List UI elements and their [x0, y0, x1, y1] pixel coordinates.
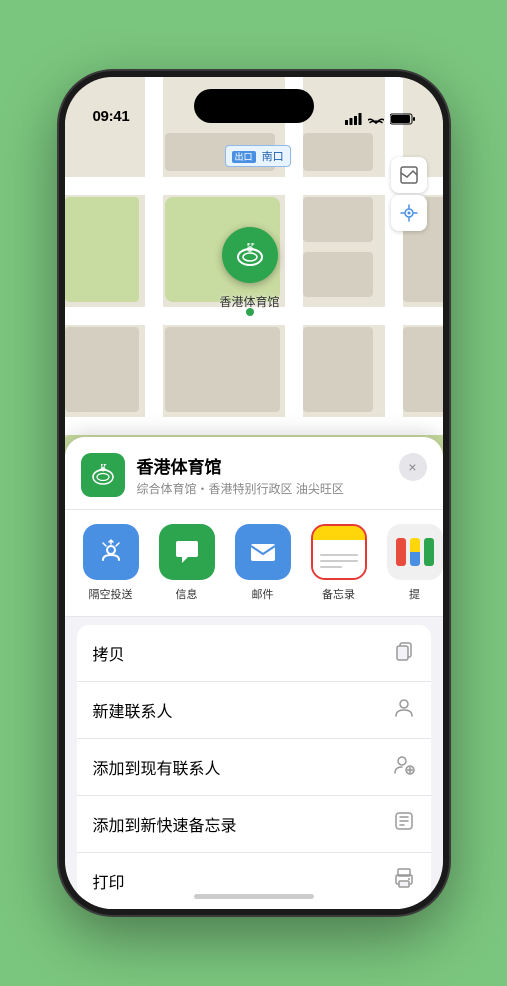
- home-indicator: [194, 894, 314, 899]
- message-icon: [159, 524, 215, 580]
- notes-label: 备忘录: [322, 586, 355, 602]
- venue-icon: [81, 453, 125, 497]
- add-notes-label: 添加到新快速备忘录: [93, 812, 237, 836]
- map-type-button[interactable]: [391, 157, 427, 193]
- mail-icon: [235, 524, 291, 580]
- notes-icon: [311, 524, 367, 580]
- share-item-airdrop[interactable]: 隔空投送: [81, 524, 141, 602]
- action-add-existing[interactable]: 添加到现有联系人: [77, 739, 431, 796]
- status-icons: [345, 113, 415, 125]
- copy-label: 拷贝: [93, 641, 125, 665]
- venue-subtitle: 综合体育馆・香港特别行政区 油尖旺区: [137, 480, 387, 497]
- add-notes-icon: [393, 810, 415, 838]
- battery-icon: [390, 113, 415, 125]
- airdrop-label: 隔空投送: [89, 586, 133, 602]
- more-icon: [387, 524, 443, 580]
- action-new-contact[interactable]: 新建联系人: [77, 682, 431, 739]
- add-existing-icon: [393, 753, 415, 781]
- share-item-message[interactable]: 信息: [157, 524, 217, 602]
- share-item-mail[interactable]: 邮件: [233, 524, 293, 602]
- new-contact-label: 新建联系人: [93, 698, 173, 722]
- phone-screen: 09:41: [65, 77, 443, 909]
- dynamic-island: [194, 89, 314, 123]
- close-button[interactable]: ×: [399, 453, 427, 481]
- wifi-icon: [368, 113, 384, 125]
- venue-info: 香港体育馆 综合体育馆・香港特别行政区 油尖旺区: [137, 453, 387, 497]
- stadium-pin: 香港体育馆: [220, 227, 280, 310]
- action-list: 拷贝 新建联系人: [77, 625, 431, 909]
- share-item-more[interactable]: 提: [385, 524, 443, 602]
- bottom-sheet: 香港体育馆 综合体育馆・香港特别行政区 油尖旺区 ×: [65, 437, 443, 909]
- action-copy[interactable]: 拷贝: [77, 625, 431, 682]
- phone-frame: 09:41: [59, 71, 449, 915]
- venue-header: 香港体育馆 综合体育馆・香港特别行政区 油尖旺区 ×: [65, 437, 443, 510]
- airdrop-icon: [83, 524, 139, 580]
- message-label: 信息: [176, 586, 198, 602]
- share-row: 隔空投送 信息: [65, 510, 443, 617]
- location-button[interactable]: [391, 195, 427, 231]
- more-label: 提: [409, 586, 420, 602]
- add-existing-label: 添加到现有联系人: [93, 755, 221, 779]
- share-item-notes[interactable]: 备忘录: [309, 524, 369, 602]
- action-print[interactable]: 打印: [77, 853, 431, 909]
- print-icon: [393, 867, 415, 895]
- signal-icon: [345, 113, 362, 125]
- map-controls[interactable]: [391, 157, 427, 231]
- map-south-exit-label: 出口 南口: [225, 145, 291, 167]
- action-add-notes[interactable]: 添加到新快速备忘录: [77, 796, 431, 853]
- venue-name: 香港体育馆: [137, 453, 387, 478]
- mail-label: 邮件: [252, 586, 274, 602]
- new-contact-icon: [393, 696, 415, 724]
- copy-icon: [393, 639, 415, 667]
- print-label: 打印: [93, 869, 125, 893]
- status-time: 09:41: [93, 108, 130, 125]
